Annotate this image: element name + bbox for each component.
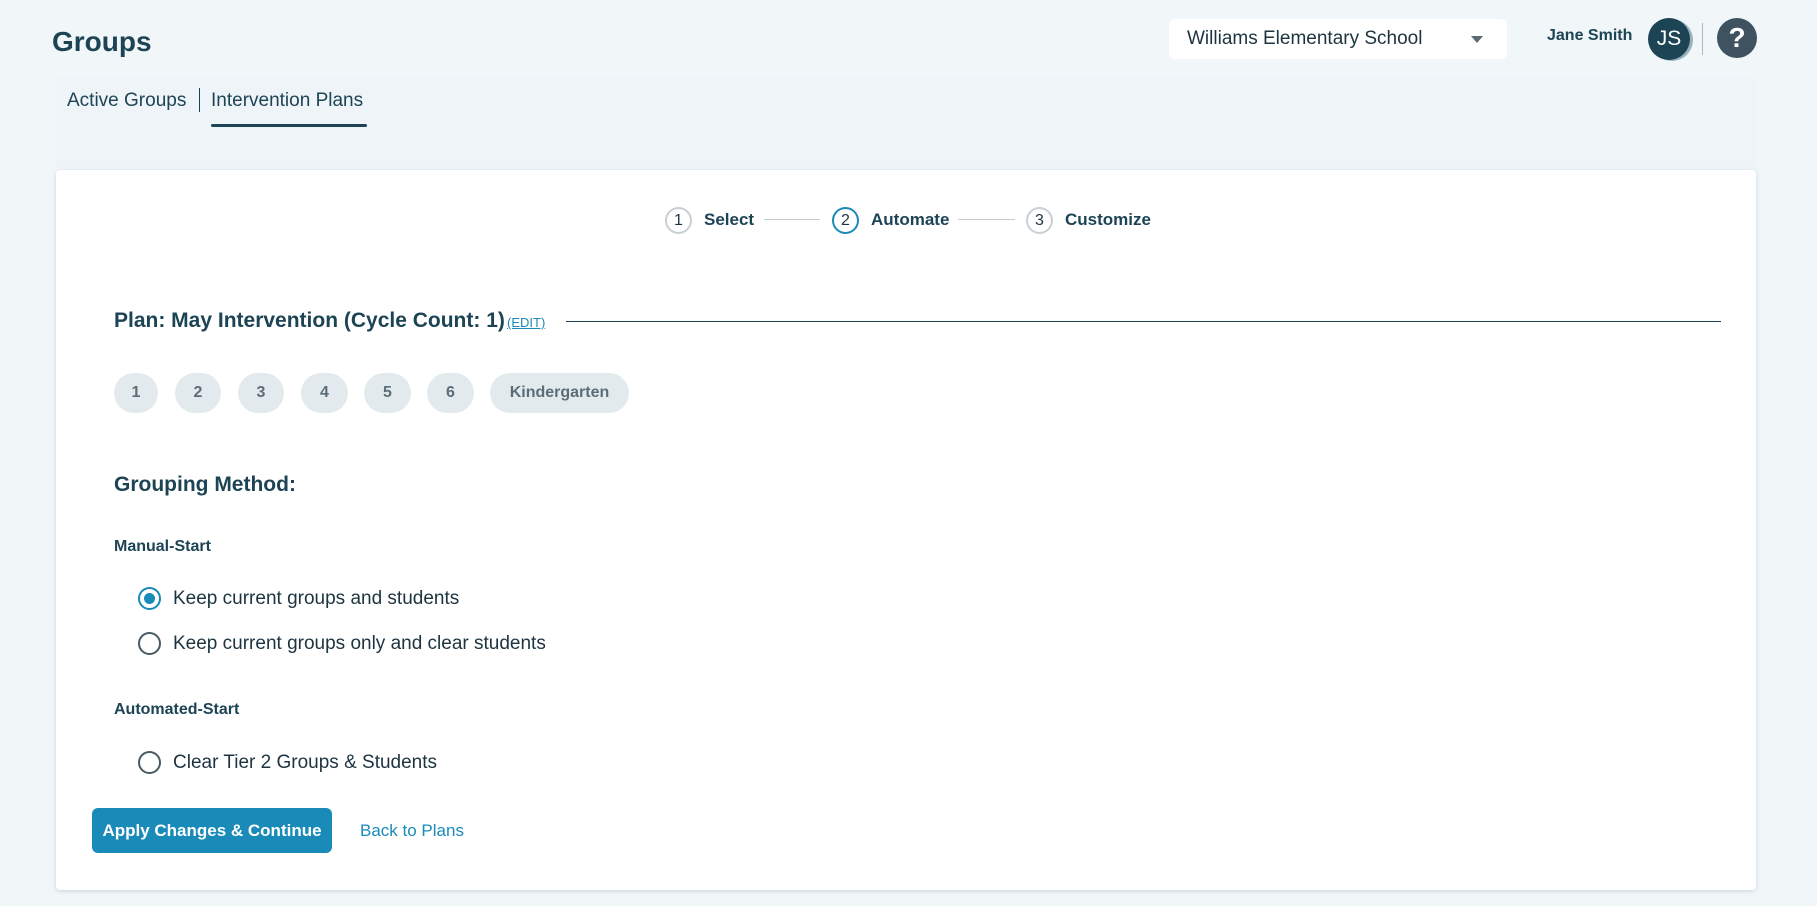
avatar[interactable]: JS — [1648, 18, 1690, 60]
edit-plan-link[interactable]: (EDIT) — [507, 315, 545, 330]
manual-start-title: Manual-Start — [114, 538, 211, 555]
grade-chip-6[interactable]: 6 — [427, 373, 474, 413]
school-select[interactable]: Williams Elementary School — [1169, 19, 1507, 59]
automated-start-title: Automated-Start — [114, 701, 240, 718]
step-connector — [764, 219, 820, 220]
tab-intervention-plans[interactable]: Intervention Plans — [211, 90, 363, 112]
back-to-plans-link[interactable]: Back to Plans — [360, 821, 464, 841]
step-2-circle: 2 — [832, 207, 859, 234]
apply-changes-button[interactable]: Apply Changes & Continue — [92, 808, 332, 853]
radio-label: Keep current groups only and clear stude… — [173, 632, 546, 654]
step-1-label: Select — [704, 210, 755, 229]
radio-keep-groups-students[interactable]: Keep current groups and students — [138, 587, 459, 610]
plan-divider — [566, 321, 1721, 322]
header-divider — [1702, 23, 1703, 55]
step-3-circle: 3 — [1026, 207, 1053, 234]
grade-chip-3[interactable]: 3 — [238, 373, 284, 413]
radio-button[interactable] — [138, 587, 161, 610]
radio-label: Clear Tier 2 Groups & Students — [173, 751, 438, 773]
radio-label: Keep current groups and students — [173, 587, 460, 609]
tab-active-indicator — [211, 124, 367, 127]
radio-button[interactable] — [138, 751, 161, 774]
tab-separator — [199, 88, 200, 112]
user-name: Jane Smith — [1547, 27, 1633, 44]
grade-chip-kindergarten[interactable]: Kindergarten — [490, 373, 629, 413]
plan-title: Plan: May Intervention (Cycle Count: 1) — [114, 309, 505, 332]
radio-keep-groups-clear-students[interactable]: Keep current groups only and clear stude… — [138, 632, 546, 655]
school-select-value: Williams Elementary School — [1187, 28, 1423, 49]
app-root: Groups Williams Elementary School Jane S… — [0, 0, 1817, 906]
step-1-circle: 1 — [665, 207, 692, 234]
grade-chip-4[interactable]: 4 — [301, 373, 348, 413]
step-2-label: Automate — [871, 210, 950, 229]
question-mark-icon: ? — [1728, 22, 1746, 53]
grade-chip-1[interactable]: 1 — [114, 373, 158, 413]
main-card — [56, 170, 1756, 890]
radio-clear-tier2[interactable]: Clear Tier 2 Groups & Students — [138, 751, 437, 774]
tab-active-groups[interactable]: Active Groups — [67, 90, 186, 112]
step-connector — [958, 219, 1015, 220]
grade-chip-5[interactable]: 5 — [364, 373, 411, 413]
page-title: Groups — [52, 26, 152, 57]
grade-chip-2[interactable]: 2 — [175, 373, 221, 413]
radio-button[interactable] — [138, 632, 161, 655]
chevron-down-icon — [1471, 36, 1483, 43]
grouping-method-title: Grouping Method: — [114, 473, 296, 496]
step-3-label: Customize — [1065, 210, 1151, 229]
help-button[interactable]: ? — [1717, 18, 1757, 58]
